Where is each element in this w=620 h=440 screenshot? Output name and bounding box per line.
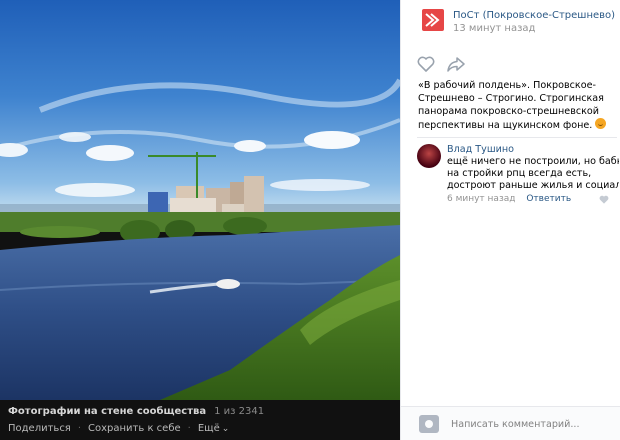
share-button[interactable]: Поделиться — [8, 423, 71, 434]
group-logo-icon[interactable] — [422, 9, 444, 31]
camera-icon[interactable] — [419, 415, 439, 433]
avatar[interactable] — [417, 144, 441, 168]
divider — [417, 137, 617, 138]
more-label: Ещё — [197, 423, 220, 434]
share-arrow-icon[interactable] — [447, 57, 465, 72]
separator-dot: · — [77, 423, 82, 434]
comment-author-link[interactable]: Влад Тушино — [447, 144, 514, 155]
heart-icon[interactable] — [599, 195, 609, 204]
post-text-line: «В рабочий полдень». Покровское- — [418, 80, 596, 91]
more-button[interactable]: Ещё ⌄ — [198, 423, 229, 434]
photo-viewer: Фотографии на стене сообщества 1 из 2341… — [0, 0, 400, 440]
post-time[interactable]: 13 минут назад — [453, 23, 535, 34]
viewer-footer: Фотографии на стене сообщества 1 из 2341… — [0, 400, 400, 440]
comment-input[interactable] — [451, 416, 615, 432]
group-name-link[interactable]: ПоСт (Покровское-Стрешнево) — [453, 10, 615, 21]
smile-emoji-icon — [595, 118, 607, 129]
comment-text-line: достроют раньше жилья и социалки( — [447, 180, 619, 191]
post-text-line: панорама покровско-стрешневской — [418, 106, 600, 117]
comment-text-line: на стройки рпц всегда есть, — [447, 168, 592, 179]
album-title[interactable]: Фотографии на стене сообщества — [8, 406, 206, 417]
photo[interactable] — [0, 0, 400, 400]
post-panel: ПоСт (Покровское-Стрешнево) 13 минут наз… — [400, 0, 620, 440]
photo-counter: 1 из 2341 — [214, 406, 265, 417]
comment-time[interactable]: 6 минут назад — [447, 194, 515, 204]
viewer-info: Фотографии на стене сообщества 1 из 2341 — [8, 406, 392, 417]
heart-icon[interactable] — [417, 56, 435, 72]
save-to-self-button[interactable]: Сохранить к себе — [88, 423, 181, 434]
chevron-down-icon: ⌄ — [221, 424, 230, 434]
post-header: ПоСт (Покровское-Стрешнево) 13 минут наз… — [401, 0, 620, 44]
viewer-actions: Поделиться · Сохранить к себе · Ещё ⌄ — [8, 423, 392, 434]
comment-meta: 6 минут назад Ответить — [447, 194, 571, 204]
post-text: «В рабочий полдень». Покровское- Стрешне… — [418, 79, 614, 132]
separator-dot: · — [187, 423, 191, 434]
reply-button[interactable]: Ответить — [526, 194, 571, 204]
comment-composer — [401, 406, 620, 440]
post-text-line: Стрешнево – Строгино. Строгинская — [418, 93, 604, 104]
comment-item: Влад Тушино ещё ничего не построили, но … — [401, 142, 620, 212]
comment-text: ещё ничего не построили, но бабки на стр… — [447, 156, 619, 192]
post-text-last-line: перспективы на щукинском фоне. — [418, 118, 614, 132]
post-text-line: перспективы на щукинском фоне. — [418, 120, 593, 131]
comment-text-line: ещё ничего не построили, но бабки — [447, 156, 619, 167]
photo-image — [0, 0, 400, 400]
